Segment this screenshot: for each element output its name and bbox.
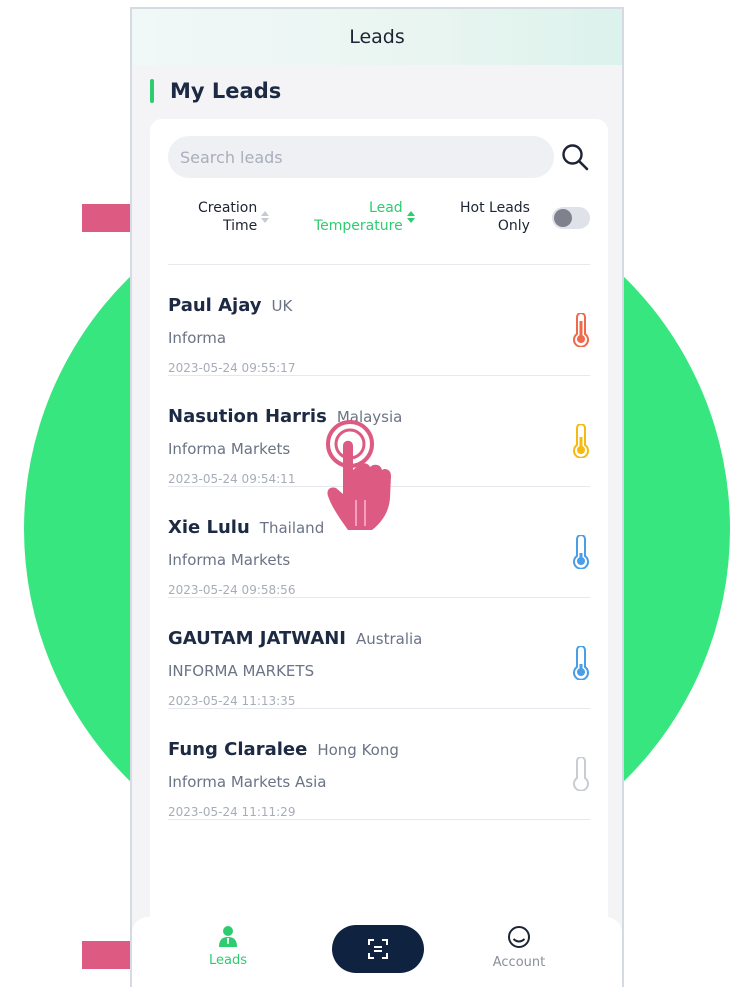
- section-title: My Leads: [170, 79, 282, 103]
- lead-row[interactable]: GAUTAM JATWANI Australia INFORMA MARKETS 20…: [168, 598, 590, 708]
- sort-arrows-icon: [261, 211, 270, 223]
- lead-company: Informa: [168, 329, 227, 347]
- lead-name-text: Paul Ajay: [168, 295, 262, 316]
- hot-leads-label-1: Hot Leads: [460, 200, 530, 216]
- lead-name: GAUTAM JATWANI Australia: [168, 628, 422, 649]
- lead-timestamp: 2023-05-24 09:58:56: [168, 583, 296, 597]
- divider: [168, 819, 590, 820]
- thermometer-icon: [573, 757, 589, 791]
- lead-timestamp: 2023-05-24 11:11:29: [168, 805, 296, 819]
- scan-button[interactable]: [332, 925, 424, 973]
- lead-row[interactable]: Fung Claralee Hong Kong Informa Markets As…: [168, 709, 590, 819]
- account-icon: [508, 926, 530, 948]
- nav-account[interactable]: Account: [484, 925, 554, 970]
- lead-timestamp: 2023-05-24 11:13:35: [168, 694, 296, 708]
- lead-timestamp: 2023-05-24 09:54:11: [168, 472, 296, 486]
- thermometer-icon: [573, 646, 589, 680]
- bottom-nav: Leads Account: [132, 917, 622, 987]
- sort-creation-time-label-2: Time: [222, 218, 258, 234]
- scan-icon: [368, 939, 388, 959]
- filter-row: Creation Time Lead Temperature Hot Leads…: [150, 199, 608, 245]
- sort-arrows-icon: [406, 211, 415, 223]
- lead-name-text: Fung Claralee: [168, 739, 308, 760]
- hot-leads-filter: Hot Leads Only: [460, 199, 530, 235]
- lead-name: Fung Claralee Hong Kong: [168, 739, 399, 760]
- sort-lead-temperature-label-1: Lead: [369, 200, 403, 216]
- lead-name-text: Xie Lulu: [168, 517, 250, 538]
- tap-hand-icon: [326, 420, 391, 530]
- thermometer-icon: [573, 424, 589, 458]
- search-input[interactable]: [168, 136, 554, 178]
- sort-creation-time[interactable]: Creation Time: [198, 199, 270, 235]
- lead-country: Thailand: [259, 519, 325, 537]
- lead-timestamp: 2023-05-24 09:55:17: [168, 361, 296, 375]
- hot-leads-toggle[interactable]: [552, 207, 590, 229]
- lead-country: Hong Kong: [317, 741, 399, 759]
- nav-leads-label: Leads: [208, 953, 247, 968]
- lead-country: Australia: [356, 630, 423, 648]
- leads-card: Creation Time Lead Temperature Hot Lea: [150, 119, 608, 987]
- toggle-knob: [554, 209, 572, 227]
- lead-company: INFORMA MARKETS: [168, 662, 315, 680]
- hot-leads-label-2: Only: [497, 218, 530, 234]
- lead-company: Informa Markets Asia: [168, 773, 327, 791]
- lead-company: Informa Markets: [168, 551, 291, 569]
- lead-company: Informa Markets: [168, 440, 291, 458]
- search-icon[interactable]: [560, 142, 590, 172]
- top-bar: Leads: [132, 9, 622, 65]
- thermometer-icon: [573, 535, 589, 569]
- lead-name-text: GAUTAM JATWANI: [168, 628, 347, 649]
- lead-name: Xie Lulu Thailand: [168, 517, 324, 538]
- nav-leads[interactable]: Leads: [198, 925, 258, 968]
- nav-account-label: Account: [492, 955, 546, 970]
- page-title: Leads: [349, 26, 405, 48]
- lead-name: Paul Ajay UK: [168, 295, 292, 316]
- thermometer-icon: [573, 313, 589, 347]
- lead-name-text: Nasution Harris: [168, 406, 327, 427]
- section-accent-bar: [150, 79, 154, 103]
- sort-creation-time-label-1: Creation: [198, 200, 258, 216]
- person-icon: [219, 926, 237, 947]
- section-header: My Leads: [150, 79, 281, 103]
- sort-lead-temperature-label-2: Temperature: [314, 218, 403, 234]
- lead-country: UK: [271, 297, 293, 315]
- search-bar: [168, 136, 590, 178]
- lead-row[interactable]: Paul Ajay UK Informa 2023-05-24 09:55:17: [168, 265, 590, 375]
- sort-lead-temperature[interactable]: Lead Temperature: [314, 199, 415, 235]
